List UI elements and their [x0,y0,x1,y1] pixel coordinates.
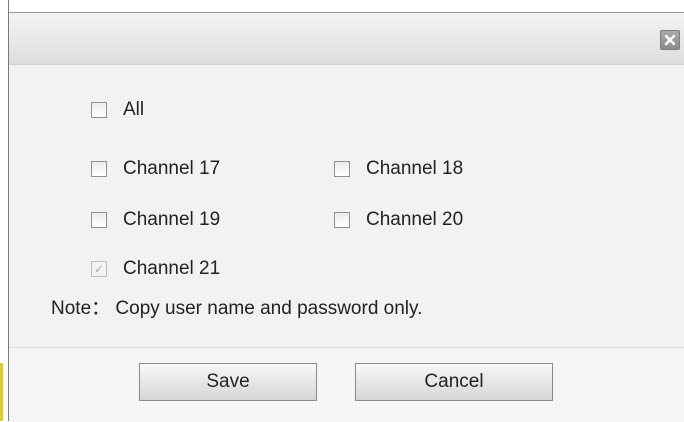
option-channel-18[interactable]: Channel 18 [334,157,463,181]
note-text: Note： Copy user name and password only. [51,298,423,319]
copy-channel-dialog: All Channel 17 Channel 18 Channel 19 Cha… [9,12,684,422]
dialog-content: All Channel 17 Channel 18 Channel 19 Cha… [9,65,684,347]
option-channel-19-label: Channel 19 [123,209,221,230]
checkbox-channel-18[interactable] [334,161,350,177]
option-channel-21-label: Channel 21 [123,258,221,279]
dialog-titlebar [9,13,684,65]
checkbox-channel-17[interactable] [91,161,107,177]
option-channel-17-label: Channel 17 [123,158,221,179]
option-channel-20[interactable]: Channel 20 [334,208,463,232]
save-button[interactable]: Save [139,363,317,401]
option-all[interactable]: All [91,98,144,122]
option-channel-20-label: Channel 20 [366,209,464,230]
checkbox-channel-19[interactable] [91,212,107,228]
checkbox-channel-21: ✓ [91,261,107,277]
option-channel-21: ✓ Channel 21 [91,257,220,281]
close-button[interactable] [660,30,680,50]
checkbox-all[interactable] [91,102,107,118]
frame-accent [0,363,3,421]
dialog-footer: Save Cancel [9,347,684,422]
option-channel-19[interactable]: Channel 19 [91,208,220,232]
option-all-label: All [123,99,145,120]
checkbox-channel-20[interactable] [334,212,350,228]
checkmark-icon: ✓ [94,262,105,276]
option-channel-18-label: Channel 18 [366,158,464,179]
cancel-button[interactable]: Cancel [355,363,553,401]
option-channel-17[interactable]: Channel 17 [91,157,220,181]
